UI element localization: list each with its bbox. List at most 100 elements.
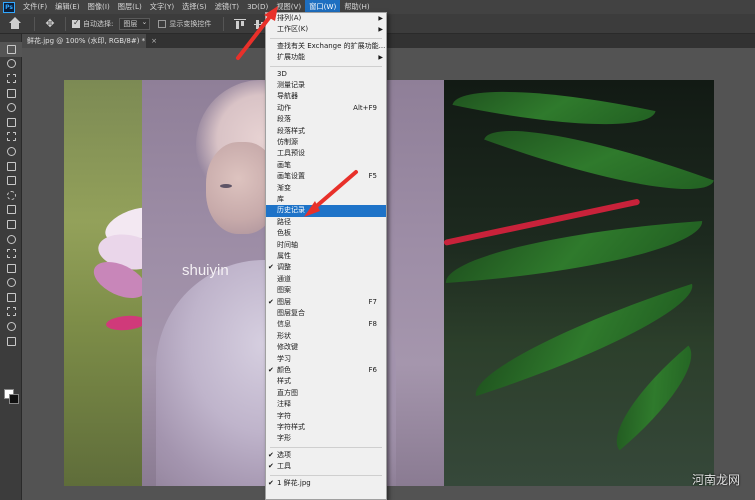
- window-menu-item[interactable]: ✔ 图层 F7: [266, 297, 386, 308]
- window-menu-item[interactable]: ✔ 选项: [266, 450, 386, 461]
- window-menu-item[interactable]: 库: [266, 194, 386, 205]
- quick-select-tool-icon[interactable]: [0, 86, 22, 101]
- window-menu-item[interactable]: ✔ 工具: [266, 461, 386, 472]
- lasso-tool-icon[interactable]: [0, 71, 22, 86]
- show-transform-label: 显示变换控件: [169, 19, 212, 28]
- clone-stamp-tool-icon[interactable]: [0, 173, 22, 188]
- window-menu-item[interactable]: 图层复合: [266, 308, 386, 319]
- path-select-tool-icon[interactable]: [0, 290, 22, 305]
- window-menu-item-label: 查找有关 Exchange 的扩展功能...: [277, 41, 386, 50]
- blur-tool-icon[interactable]: [0, 232, 22, 247]
- window-menu-item[interactable]: 字形: [266, 433, 386, 444]
- window-menu-item[interactable]: 修改键: [266, 342, 386, 353]
- menu-item[interactable]: 编辑(E): [51, 0, 84, 14]
- window-menu-item[interactable]: 扩展功能 ▶: [266, 52, 386, 63]
- history-brush-tool-icon[interactable]: [0, 188, 22, 203]
- menu-item[interactable]: 文字(Y): [146, 0, 178, 14]
- window-menu-item[interactable]: 工作区(K) ▶: [266, 24, 386, 35]
- close-tab-icon[interactable]: ×: [151, 37, 157, 45]
- window-menu-item[interactable]: 样式: [266, 376, 386, 387]
- menu-item[interactable]: 滤镜(T): [211, 0, 243, 14]
- window-menu-item-label: 字符样式: [277, 423, 305, 431]
- submenu-arrow-icon: ▶: [378, 54, 383, 62]
- window-menu-item-label: 字形: [277, 434, 291, 443]
- window-menu-item[interactable]: 时间轴: [266, 240, 386, 251]
- healing-brush-tool-icon[interactable]: [0, 144, 22, 159]
- window-menu-item-label: 3D: [277, 69, 287, 78]
- window-menu-item[interactable]: 工具预设: [266, 148, 386, 159]
- auto-select-checkbox[interactable]: [72, 18, 80, 28]
- window-menu-item[interactable]: 查找有关 Exchange 的扩展功能...: [266, 41, 386, 52]
- home-icon[interactable]: [8, 16, 22, 31]
- window-menu-item[interactable]: 通道: [266, 274, 386, 285]
- window-menu-item-label: 信息: [277, 320, 291, 329]
- window-menu-item[interactable]: 仿制源: [266, 137, 386, 148]
- window-menu-item[interactable]: 直方图: [266, 388, 386, 399]
- window-menu-item[interactable]: 学习: [266, 354, 386, 365]
- shortcut-label: F6: [368, 366, 377, 374]
- window-menu-item[interactable]: 导航器: [266, 91, 386, 102]
- window-menu-item-label: 直方图: [277, 388, 298, 397]
- window-menu-item-label: 图层复合: [277, 309, 305, 317]
- window-menu-item[interactable]: 画笔: [266, 160, 386, 171]
- window-menu-item[interactable]: 动作 Alt+F9: [266, 103, 386, 114]
- hand-tool-icon[interactable]: [0, 319, 22, 334]
- show-transform-checkbox[interactable]: [158, 19, 167, 28]
- window-menu-item[interactable]: ✔ 1 鲜花.jpg: [266, 478, 386, 489]
- window-menu-item[interactable]: 图案: [266, 285, 386, 296]
- document-canvas[interactable]: shuiyin: [64, 80, 714, 486]
- eyedropper-tool-icon[interactable]: [0, 130, 22, 145]
- window-menu-item[interactable]: 色板: [266, 228, 386, 239]
- window-menu-item[interactable]: 字符样式: [266, 422, 386, 433]
- menu-item[interactable]: 图像(I): [84, 0, 114, 14]
- window-menu-item[interactable]: 测量记录: [266, 80, 386, 91]
- align-top-icon[interactable]: [233, 18, 247, 30]
- eraser-tool-icon[interactable]: [0, 203, 22, 218]
- dodge-tool-icon[interactable]: [0, 246, 22, 261]
- menu-item[interactable]: 选择(S): [178, 0, 211, 14]
- move-tool-icon[interactable]: ✥: [41, 17, 59, 31]
- window-menu-item-label: 修改键: [277, 343, 298, 352]
- window-menu-item[interactable]: 属性: [266, 251, 386, 262]
- window-menu-item[interactable]: 字符: [266, 411, 386, 422]
- gradient-tool-icon[interactable]: [0, 217, 22, 232]
- window-menu-item-label: 工具预设: [277, 149, 305, 158]
- window-menu-item-label: 形状: [277, 331, 291, 340]
- window-menu-item[interactable]: ✔ 颜色 F6: [266, 365, 386, 376]
- window-menu-item-label: 图案: [277, 286, 291, 295]
- window-menu-item[interactable]: 历史记录: [266, 205, 386, 217]
- window-menu-item[interactable]: 渐变: [266, 183, 386, 194]
- frame-tool-icon[interactable]: [0, 115, 22, 130]
- tools-list: [0, 42, 22, 349]
- zoom-tool-icon[interactable]: [0, 334, 22, 349]
- window-menu-item[interactable]: 形状: [266, 331, 386, 342]
- window-menu-item[interactable]: 画笔设置 F5: [266, 171, 386, 182]
- window-menu-item[interactable]: 注释: [266, 399, 386, 410]
- window-menu-item[interactable]: 段落样式: [266, 126, 386, 137]
- window-menu-item[interactable]: 排列(A) ▶: [266, 13, 386, 24]
- window-menu-item-label: 颜色: [277, 366, 291, 374]
- brush-tool-icon[interactable]: [0, 159, 22, 174]
- document-tab[interactable]: 鲜花.jpg @ 100% (水印, RGB/8#) * ×: [22, 34, 157, 48]
- line-tool-icon[interactable]: [0, 305, 22, 320]
- move-tool-icon[interactable]: [0, 42, 22, 57]
- window-menu-item[interactable]: 信息 F8: [266, 319, 386, 330]
- window-menu-item-label: 历史记录: [277, 206, 305, 215]
- photoshop-logo-icon[interactable]: Ps: [3, 1, 15, 13]
- pen-tool-icon[interactable]: [0, 261, 22, 276]
- menu-item[interactable]: 文件(F): [19, 0, 51, 14]
- window-menu-item[interactable]: 3D: [266, 69, 386, 80]
- window-menu-item[interactable]: ✔ 调整: [266, 262, 386, 273]
- crop-tool-icon[interactable]: [0, 100, 22, 115]
- flower-petal: [105, 314, 147, 332]
- menu-item[interactable]: 图层(L): [114, 0, 146, 14]
- auto-select-dropdown[interactable]: 图层: [119, 17, 151, 30]
- window-menu-item[interactable]: 路径: [266, 217, 386, 228]
- type-tool-icon[interactable]: [0, 276, 22, 291]
- window-menu-item-label: 库: [277, 195, 284, 203]
- shortcut-label: F7: [368, 297, 377, 306]
- watermark-text[interactable]: shuiyin: [182, 262, 229, 279]
- marquee-tool-icon[interactable]: [0, 57, 22, 72]
- window-menu-item[interactable]: 段落: [266, 114, 386, 125]
- background-color-swatch[interactable]: [9, 394, 19, 404]
